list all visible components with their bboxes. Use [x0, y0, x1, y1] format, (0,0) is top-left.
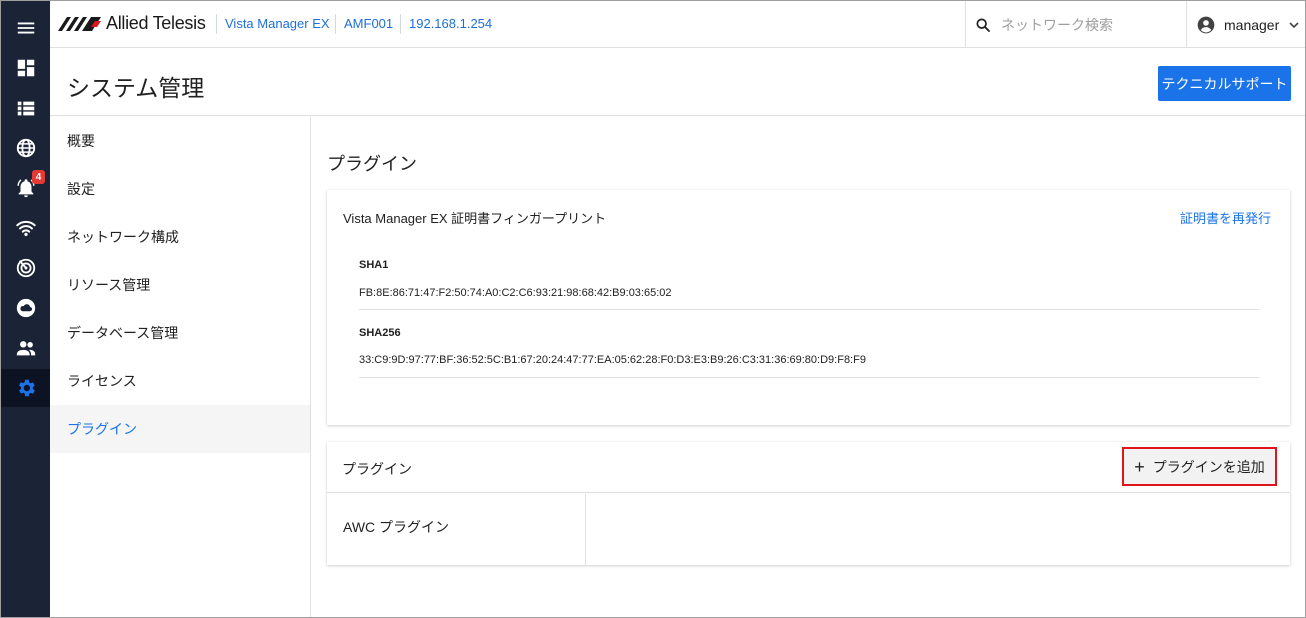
top-bar: Allied Telesis Vista Manager EX AMF001 1… — [50, 1, 1305, 48]
breadcrumb-ip[interactable]: 192.168.1.254 — [409, 16, 492, 31]
certificate-card-title: Vista Manager EX 証明書フィンガープリント — [343, 211, 607, 226]
section-title: プラグイン — [327, 154, 417, 174]
user-menu[interactable]: manager — [1186, 1, 1305, 48]
system-admin-subnav: 概要 設定 ネットワーク構成 リソース管理 データベース管理 ライセンス プラグ… — [50, 117, 311, 617]
nav-wireless[interactable] — [1, 209, 50, 247]
subnav-item-overview[interactable]: 概要 — [50, 117, 310, 165]
dashboard-icon — [17, 59, 34, 77]
alert-count-badge: 4 — [32, 170, 45, 184]
subnav-item-database-management[interactable]: データベース管理 — [50, 309, 310, 357]
list-icon — [17, 101, 34, 116]
nav-alerts[interactable]: 4 — [1, 169, 50, 207]
radar-icon — [16, 258, 35, 278]
divider — [359, 377, 1259, 378]
breadcrumb-divider — [400, 14, 401, 34]
page-header: システム管理 テクニカルサポート — [50, 48, 1305, 116]
logo-text: Allied Telesis — [106, 13, 206, 33]
network-search — [965, 1, 1186, 48]
plugins-card: プラグイン + プラグインを追加 AWC プラグイン — [327, 442, 1290, 565]
breadcrumb-product[interactable]: Vista Manager EX — [225, 16, 330, 31]
wifi-icon — [15, 220, 36, 237]
technical-support-button[interactable]: テクニカルサポート — [1158, 66, 1291, 101]
breadcrumb-amf[interactable]: AMF001 — [344, 16, 393, 31]
nav-list[interactable] — [1, 89, 50, 127]
nav-cloud[interactable] — [1, 289, 50, 327]
account-icon — [1197, 16, 1215, 33]
allied-telesis-logo[interactable]: Allied Telesis — [58, 13, 206, 34]
nav-dashboard[interactable] — [1, 49, 50, 87]
search-input[interactable] — [1001, 16, 1181, 33]
add-plugin-button[interactable]: + プラグインを追加 — [1122, 447, 1277, 486]
plugin-name: AWC プラグイン — [343, 519, 450, 535]
chevron-down-icon — [1289, 21, 1299, 28]
sha256-label: SHA256 — [359, 327, 401, 339]
menu-icon — [17, 22, 34, 34]
sha1-label: SHA1 — [359, 259, 389, 271]
search-icon — [976, 17, 990, 32]
cloud-icon — [16, 298, 35, 318]
subnav-item-network-config[interactable]: ネットワーク構成 — [50, 213, 310, 261]
icon-rail: 4 — [1, 1, 50, 617]
plugins-card-title: プラグイン — [342, 461, 412, 477]
certificate-fingerprint-card: Vista Manager EX 証明書フィンガープリント 証明書を再発行 SH… — [327, 190, 1290, 425]
add-plugin-label: プラグインを追加 — [1152, 458, 1265, 475]
plugins-card-header: プラグイン + プラグインを追加 — [327, 442, 1290, 493]
sha1-value: FB:8E:86:71:47:F2:50:74:A0:C2:C6:93:21:9… — [359, 287, 672, 299]
subnav-item-settings[interactable]: 設定 — [50, 165, 310, 213]
nav-radar[interactable] — [1, 249, 50, 287]
menu-button[interactable] — [1, 9, 50, 47]
gear-icon — [18, 379, 35, 397]
allied-telesis-logo-icon — [58, 16, 101, 31]
breadcrumb-divider — [216, 14, 217, 34]
subnav-item-plugins[interactable]: プラグイン — [50, 405, 310, 453]
user-name: manager — [1224, 16, 1280, 33]
globe-icon — [16, 138, 35, 158]
subnav-item-license[interactable]: ライセンス — [50, 357, 310, 405]
divider — [359, 309, 1259, 310]
plus-icon: + — [1134, 456, 1145, 477]
plugin-list-item[interactable]: AWC プラグイン — [327, 494, 586, 565]
breadcrumb-divider — [335, 14, 336, 34]
nav-system-settings[interactable] — [1, 369, 50, 407]
nav-users[interactable] — [1, 329, 50, 367]
subnav-item-resource-management[interactable]: リソース管理 — [50, 261, 310, 309]
sha256-value: 33:C9:9D:97:77:BF:36:52:5C:B1:67:20:24:4… — [359, 354, 866, 366]
nav-network[interactable] — [1, 129, 50, 167]
users-icon — [16, 341, 35, 356]
page-title: システム管理 — [67, 75, 205, 101]
reissue-certificate-link[interactable]: 証明書を再発行 — [1180, 208, 1271, 227]
